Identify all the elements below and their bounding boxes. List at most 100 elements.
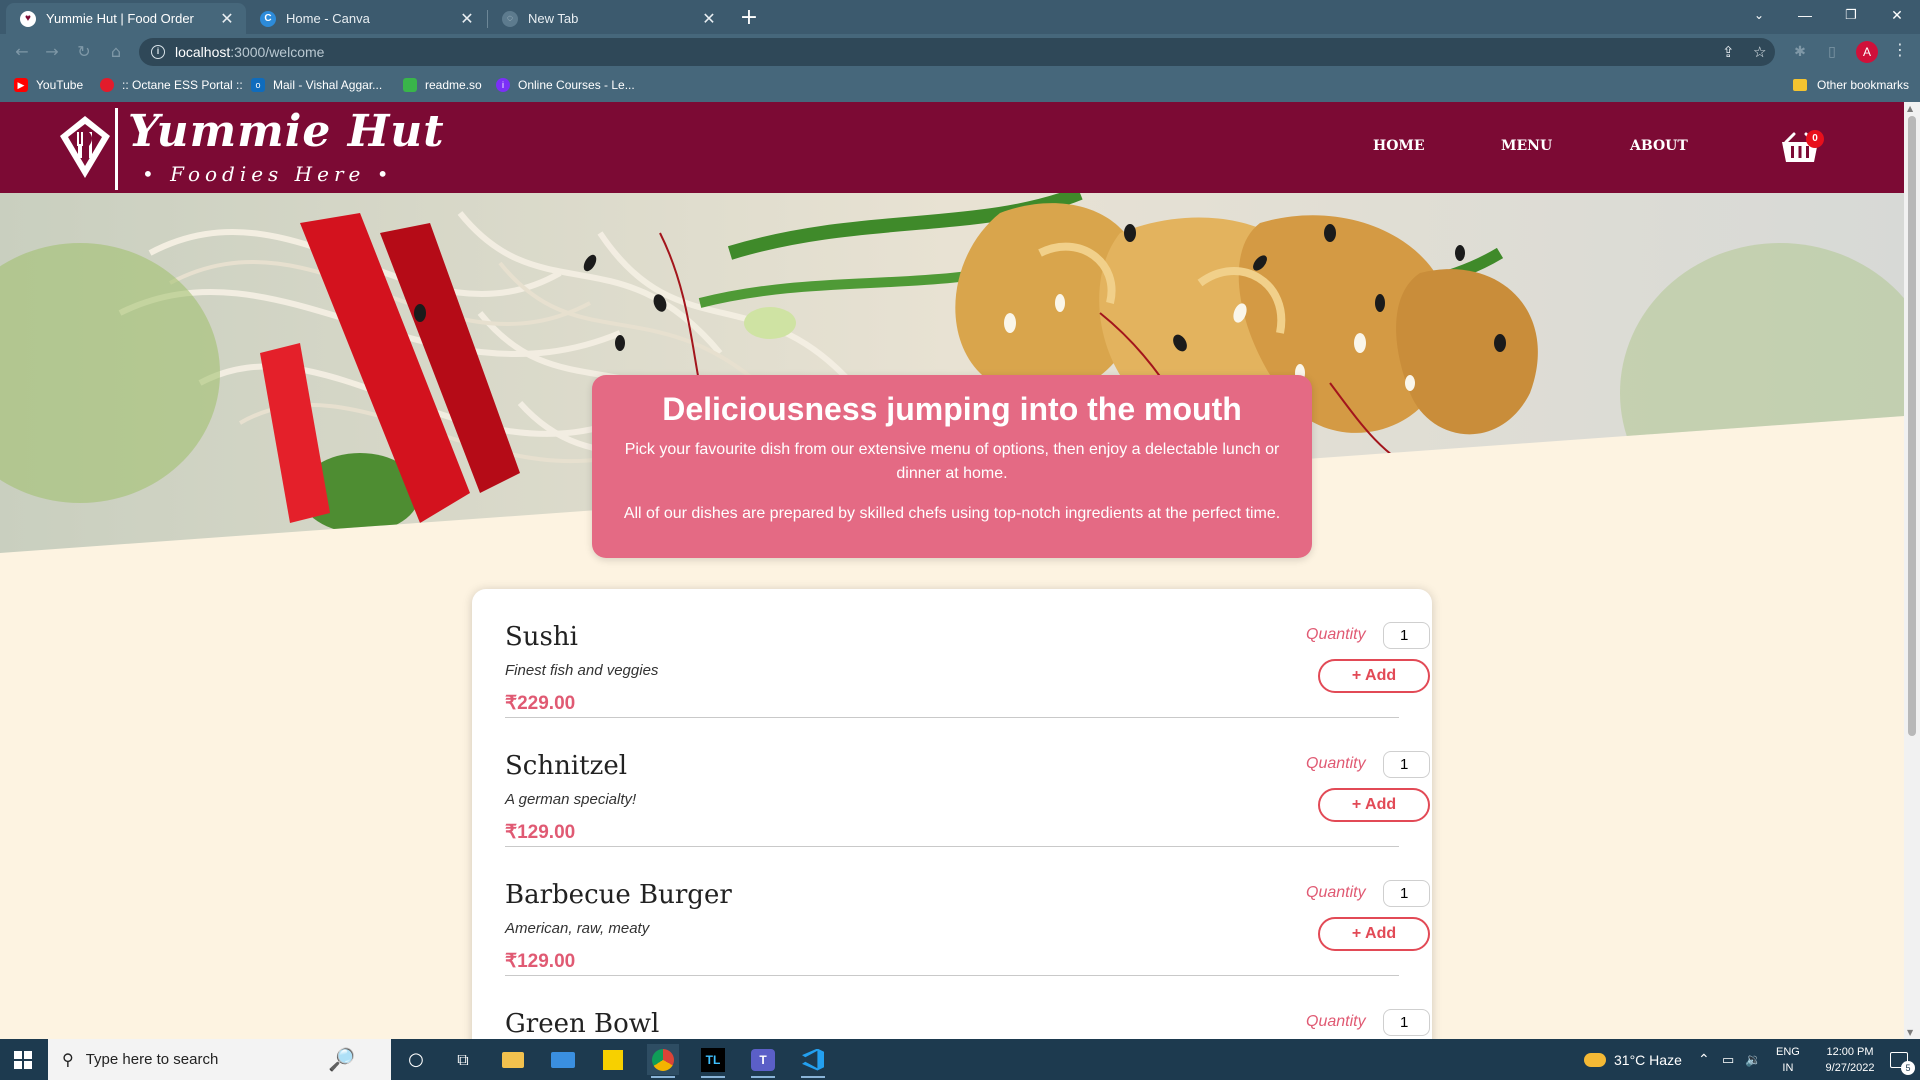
dish-diamond-icon <box>60 116 110 178</box>
summary-title: Deliciousness jumping into the mouth <box>662 391 1242 427</box>
url-host: localhost <box>175 44 231 60</box>
taskbar-search-box[interactable]: ⚲ Type here to search 🔎 <box>48 1039 391 1080</box>
search-placeholder: Type here to search <box>85 1051 219 1068</box>
bookmark-readme[interactable]: readme.so <box>403 78 482 92</box>
close-tab-icon[interactable]: ✕ <box>218 9 236 29</box>
readme-icon <box>403 78 417 92</box>
vscode-icon[interactable] <box>797 1044 829 1078</box>
meal-name: Schnitzel <box>505 751 628 781</box>
clock-date: 9/27/2022 <box>1825 1061 1875 1074</box>
browser-tab-canva[interactable]: C Home - Canva ✕ <box>246 3 486 34</box>
file-explorer-icon[interactable] <box>497 1044 529 1075</box>
tray-overflow-chevron-icon[interactable]: ⌃ <box>1698 1039 1710 1080</box>
cart-count-badge: 0 <box>1806 130 1824 148</box>
language-indicator[interactable]: ENG IN <box>1776 1039 1800 1080</box>
quantity-input[interactable] <box>1383 622 1430 649</box>
meal-name: Sushi <box>505 622 578 652</box>
new-tab-favicon-icon: ◌ <box>502 10 518 27</box>
meal-item-schnitzel: Schnitzel A german specialty! ₹129.00 Qu… <box>505 718 1430 847</box>
outlook-icon: o <box>251 78 265 92</box>
forward-icon[interactable]: → <box>40 40 64 64</box>
side-panel-icon[interactable]: ▯ <box>1822 42 1842 62</box>
quantity-input[interactable] <box>1383 1009 1430 1036</box>
extension-icon[interactable]: ✱ <box>1790 42 1810 62</box>
bookmark-star-icon[interactable]: ☆ <box>1753 43 1766 61</box>
bookmark-online-courses[interactable]: i Online Courses - Le... <box>496 78 635 92</box>
bookmark-youtube[interactable]: ▶ YouTube <box>14 78 83 92</box>
system-clock[interactable]: 12:00 PM 9/27/2022 <box>1808 1039 1892 1080</box>
yummie-hut-favicon-icon: ♥ <box>20 10 36 27</box>
search-icon: ⚲ <box>62 1051 74 1069</box>
meal-item-barbecue-burger: Barbecue Burger American, raw, meaty ₹12… <box>505 847 1430 976</box>
nav-menu[interactable]: MENU <box>1501 138 1552 154</box>
quantity-input[interactable] <box>1383 880 1430 907</box>
notification-count-badge: 5 <box>1901 1060 1915 1075</box>
clock-time: 12:00 PM <box>1826 1045 1874 1058</box>
windows-start-icon[interactable] <box>14 1051 32 1069</box>
summary-paragraph-1: Pick your favourite dish from our extens… <box>624 441 1280 482</box>
close-tab-icon[interactable]: ✕ <box>458 9 476 29</box>
browser-tab-yummie-hut[interactable]: ♥ Yummie Hut | Food Order ✕ <box>6 3 246 34</box>
logo-divider <box>115 108 118 190</box>
close-tab-icon[interactable]: ✕ <box>700 9 718 29</box>
close-window-icon[interactable]: ✕ <box>1874 0 1920 30</box>
mail-icon[interactable] <box>547 1044 579 1075</box>
teams-icon[interactable]: T <box>747 1044 779 1078</box>
meals-list-card: Sushi Finest fish and veggies ₹229.00 Qu… <box>472 589 1432 1039</box>
sticky-notes-icon[interactable] <box>597 1044 629 1075</box>
cortana-icon[interactable]: ○ <box>400 1044 432 1075</box>
quantity-label: Quantity <box>1306 626 1366 643</box>
scroll-down-icon[interactable]: ▼ <box>1907 1028 1913 1037</box>
tab-title: Yummie Hut | Food Order <box>46 11 194 26</box>
other-bookmarks[interactable]: Other bookmarks <box>1793 78 1909 92</box>
task-view-icon[interactable]: ⧉ <box>447 1044 479 1075</box>
new-tab-button[interactable]: + <box>735 4 763 32</box>
nav-about[interactable]: ABOUT <box>1630 138 1688 154</box>
add-to-cart-button[interactable]: + Add <box>1318 917 1430 951</box>
reload-icon[interactable]: ↻ <box>72 40 96 64</box>
brand-logo[interactable]: Yummie Hut • Foodies Here • <box>58 106 444 190</box>
site-header: Yummie Hut • Foodies Here • HOME MENU AB… <box>0 102 1904 193</box>
notification-center-icon[interactable]: 5 <box>1890 1039 1915 1080</box>
other-bookmarks-label: Other bookmarks <box>1817 78 1910 92</box>
network-icon[interactable]: ▭ <box>1722 1039 1734 1080</box>
profile-avatar[interactable]: A <box>1856 41 1878 63</box>
chrome-icon[interactable] <box>647 1044 679 1078</box>
bookmark-label: Online Courses - Le... <box>518 78 635 92</box>
add-to-cart-button[interactable]: + Add <box>1318 659 1430 693</box>
meal-price: ₹129.00 <box>505 951 576 972</box>
address-bar[interactable]: i localhost:3000/welcome <box>139 38 1775 66</box>
region-code: IN <box>1782 1061 1794 1074</box>
share-icon[interactable]: ⇪ <box>1722 43 1735 61</box>
site-info-icon[interactable]: i <box>151 45 165 59</box>
bookmark-mail[interactable]: o Mail - Vishal Aggar... <box>251 78 382 92</box>
volume-icon[interactable]: 🔉 <box>1745 1039 1761 1080</box>
meal-name: Green Bowl <box>505 1009 660 1039</box>
bookmark-octane[interactable]: :: Octane ESS Portal :: <box>100 78 243 92</box>
restore-icon[interactable]: ❐ <box>1828 0 1874 30</box>
browser-tab-new-tab[interactable]: ◌ New Tab ✕ <box>488 3 728 34</box>
weather-widget[interactable]: 31°C Haze <box>1584 1039 1682 1080</box>
minimize-icon[interactable]: — <box>1782 0 1828 30</box>
meal-item-sushi: Sushi Finest fish and veggies ₹229.00 Qu… <box>505 589 1430 718</box>
meal-item-green-bowl: Green Bowl Quantity <box>505 976 1430 1039</box>
back-icon[interactable]: ← <box>10 40 34 64</box>
page-scrollbar[interactable]: ▲ ▼ <box>1904 102 1920 1039</box>
add-to-cart-button[interactable]: + Add <box>1318 788 1430 822</box>
quantity-input[interactable] <box>1383 751 1430 778</box>
meal-description: A german specialty! <box>505 791 637 808</box>
tab-search-chevron-icon[interactable]: ⌄ <box>1736 0 1782 30</box>
haze-weather-icon <box>1584 1052 1606 1067</box>
meal-description: Finest fish and veggies <box>505 662 659 679</box>
nav-home[interactable]: HOME <box>1373 138 1425 154</box>
scrollbar-thumb[interactable] <box>1908 116 1916 736</box>
scroll-up-icon[interactable]: ▲ <box>1907 104 1913 113</box>
browser-menu-icon[interactable]: ⋮ <box>1892 40 1908 59</box>
canva-favicon-icon: C <box>260 10 276 27</box>
folder-icon <box>1793 79 1807 91</box>
timeline-app-icon[interactable]: TL <box>697 1044 729 1078</box>
meal-name: Barbecue Burger <box>505 880 732 910</box>
language-code: ENG <box>1776 1045 1800 1058</box>
brand-name: Yummie Hut <box>128 106 445 157</box>
home-icon[interactable]: ⌂ <box>104 40 128 64</box>
